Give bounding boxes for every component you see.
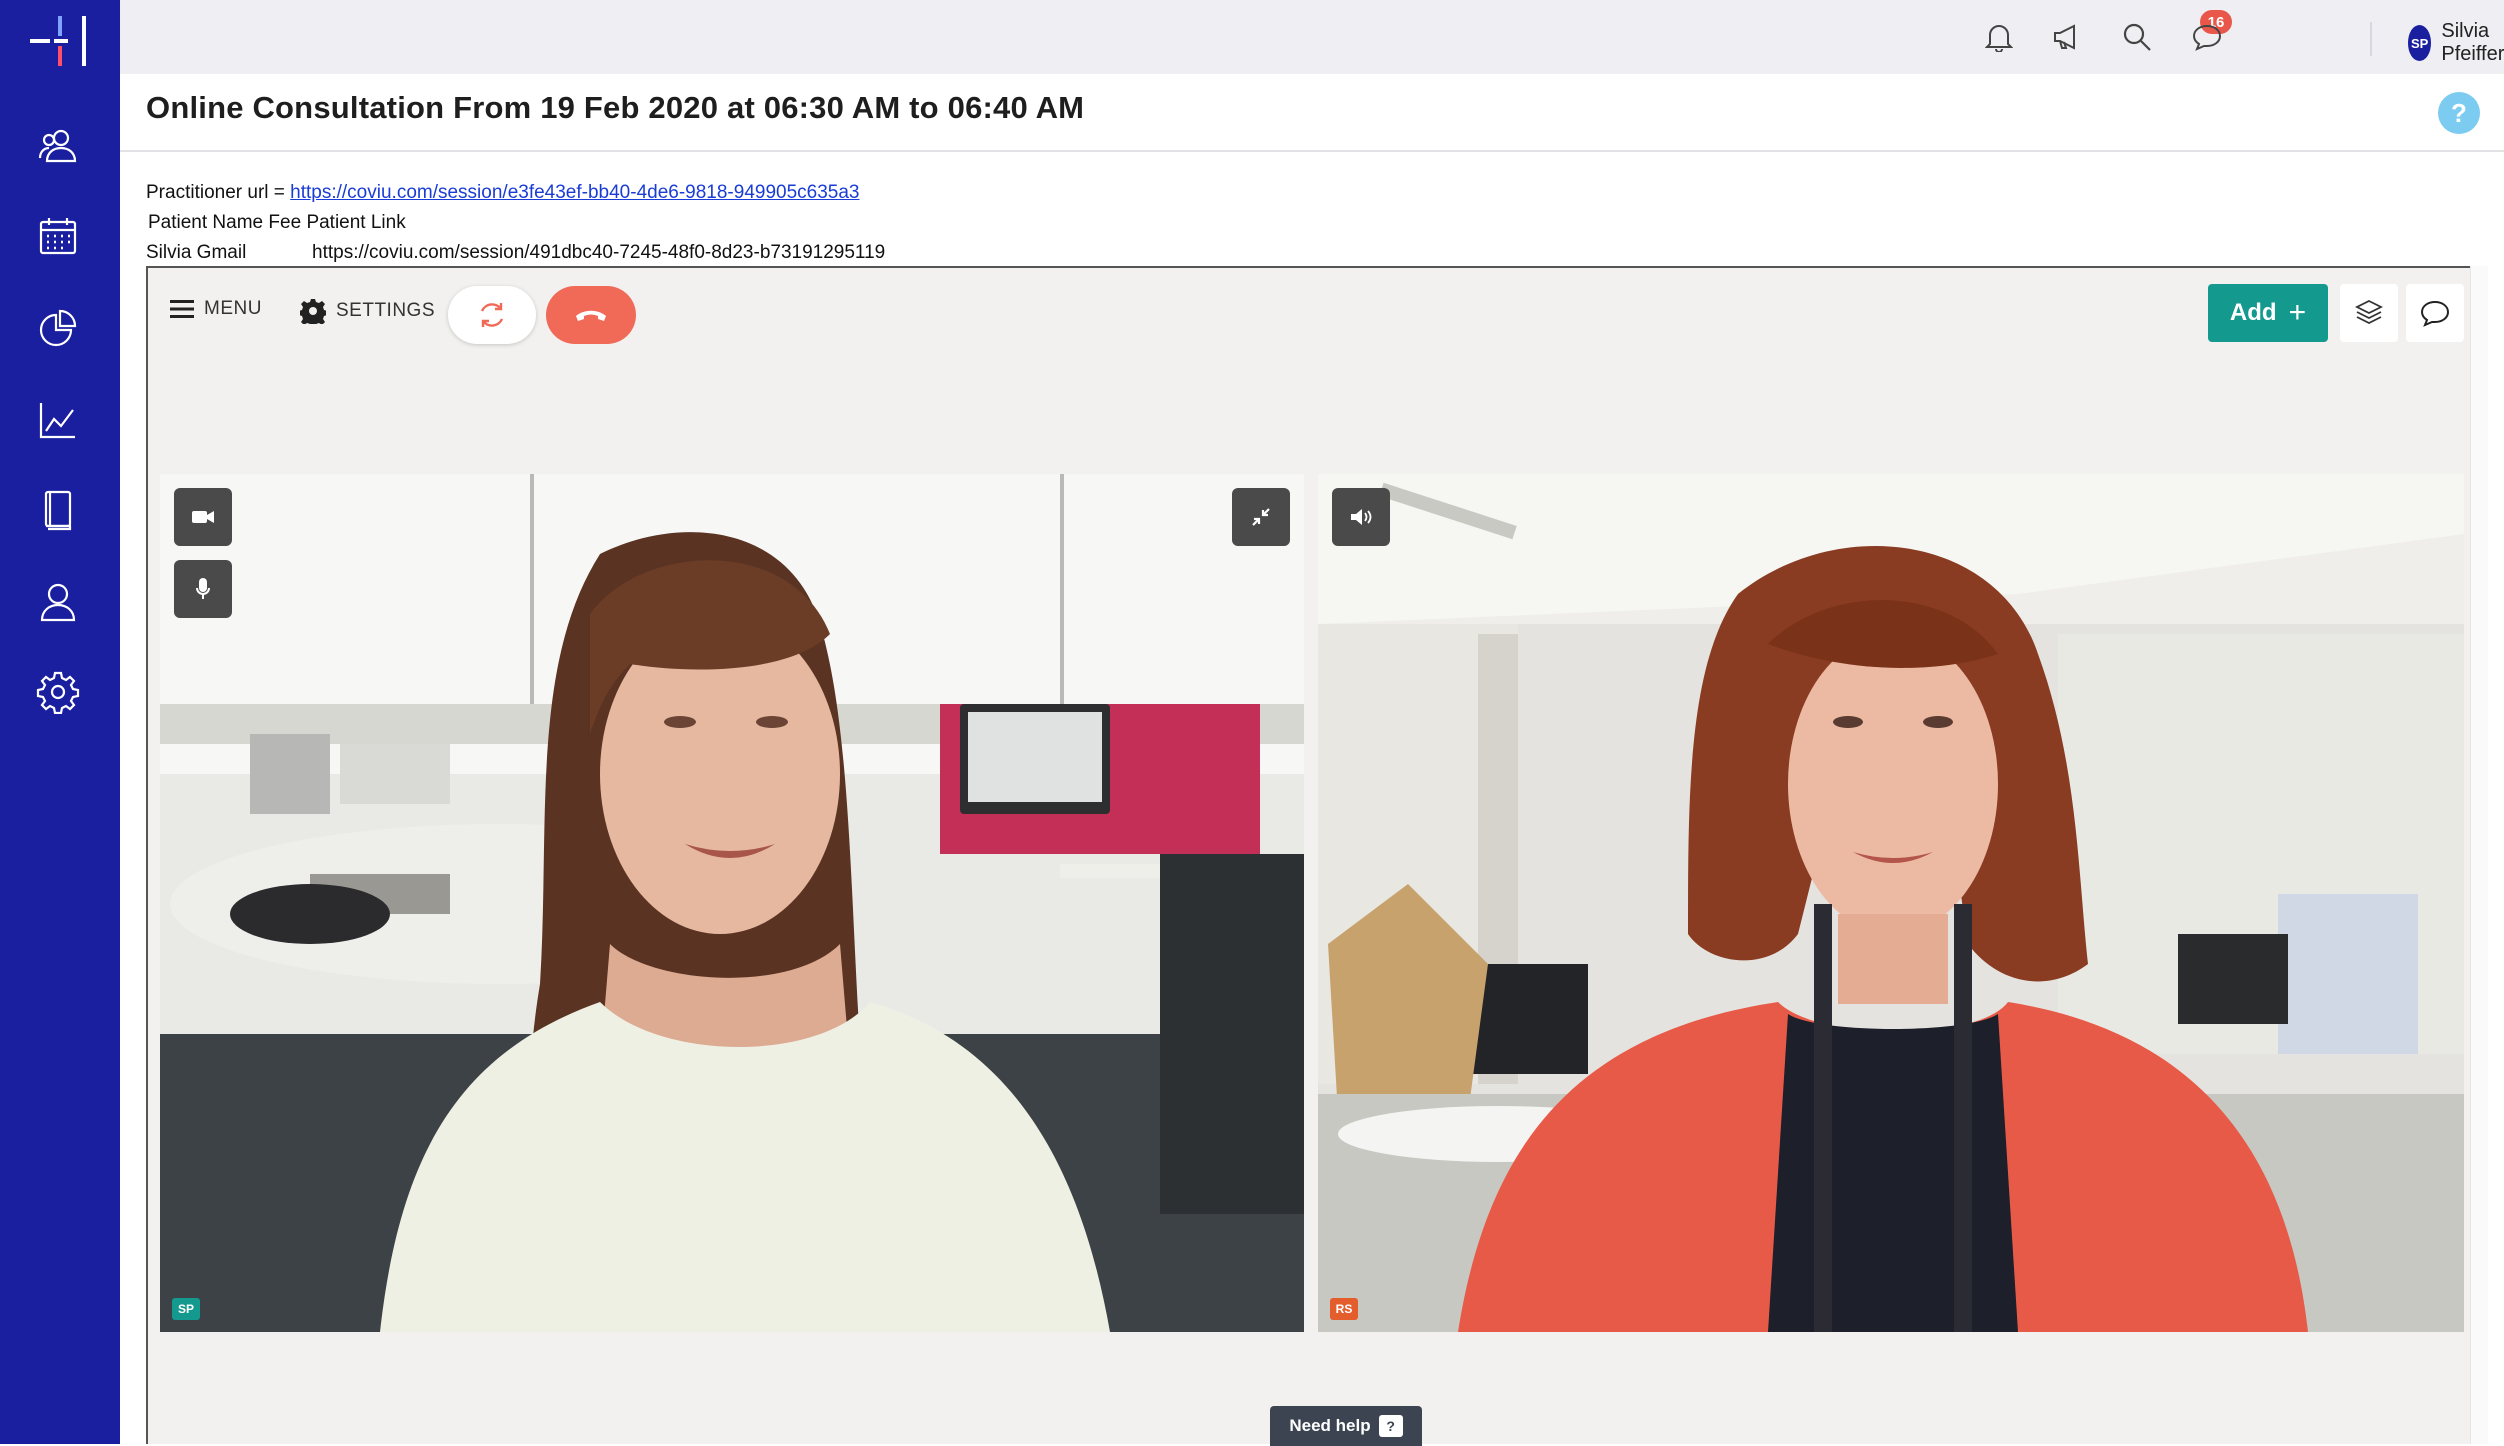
book-icon [44, 490, 72, 531]
remote-video-tile: RS [1318, 474, 2464, 1332]
settings-label: SETTINGS [336, 300, 436, 321]
need-help-label: Need help [1289, 1416, 1371, 1435]
layers-icon [2354, 299, 2384, 325]
user-icon [40, 583, 76, 622]
fee-header: Fee [268, 212, 302, 233]
question-icon: ? [1378, 1415, 1403, 1437]
call-toolbar: MENU SETTINGS Add + [148, 268, 2470, 368]
toggle-speaker-button[interactable] [1332, 488, 1390, 546]
search-button[interactable] [2120, 20, 2154, 54]
sidebar-item-profile[interactable] [30, 574, 86, 630]
layers-button[interactable] [2340, 284, 2398, 342]
toggle-microphone-button[interactable] [174, 560, 232, 618]
plus-icon: + [2288, 296, 2307, 329]
menu-label: MENU [204, 298, 262, 319]
microphone-icon [196, 578, 210, 599]
session-info: Practitioner url = https://coviu.com/ses… [146, 178, 885, 268]
help-button[interactable]: ? [2438, 92, 2480, 134]
table-row: Silvia Gmail https://coviu.com/session/4… [146, 238, 885, 268]
need-help-button[interactable]: Need help ? [1270, 1406, 1422, 1446]
hamburger-icon [170, 300, 194, 318]
chat-bubble-icon [2420, 300, 2450, 327]
sidebar-item-patients[interactable] [30, 118, 86, 174]
sidebar-item-reports[interactable] [30, 300, 86, 356]
practitioner-url-row: Practitioner url = https://coviu.com/ses… [146, 178, 885, 208]
speaker-icon [1351, 509, 1372, 525]
patient-name-cell: Silvia Gmail [146, 242, 247, 263]
user-name: Silvia Pfeiffer [2441, 20, 2504, 65]
sidebar-item-calendar[interactable] [30, 208, 86, 264]
chat-button[interactable] [2406, 284, 2464, 342]
menu-button[interactable]: MENU [170, 298, 262, 320]
calendar-icon [39, 218, 77, 255]
patient-name-header: Patient Name [148, 212, 264, 233]
messages-button[interactable] [2190, 20, 2224, 54]
search-icon [2123, 23, 2151, 51]
video-call-frame: MENU SETTINGS Add + SP RS Need help ? [146, 266, 2470, 1446]
switch-camera-button[interactable] [448, 286, 536, 344]
collapse-icon [1252, 508, 1270, 526]
people-icon [38, 129, 77, 163]
patient-link-cell[interactable]: https://coviu.com/session/491dbc40-7245-… [312, 238, 885, 268]
app-logo[interactable] [24, 10, 96, 70]
bell-icon [1985, 25, 2013, 52]
user-menu[interactable]: SP Silvia Pfeiffer [2408, 20, 2504, 65]
minimize-video-button[interactable] [1232, 488, 1290, 546]
practitioner-url-link[interactable]: https://coviu.com/session/e3fe43ef-bb40-… [290, 182, 859, 203]
add-label: Add [2229, 299, 2277, 326]
sidebar-item-documents[interactable] [30, 482, 86, 538]
avatar: SP [2408, 25, 2432, 61]
phone-hangup-icon [576, 310, 606, 321]
settings-button[interactable]: SETTINGS [300, 298, 435, 324]
line-chart-icon [39, 403, 75, 439]
top-bar: 16 SP Silvia Pfeiffer [120, 0, 2504, 74]
page-title: Online Consultation From 19 Feb 2020 at … [146, 90, 1085, 125]
sidebar [0, 0, 120, 1444]
refresh-icon [480, 303, 504, 327]
megaphone-icon [2054, 24, 2075, 50]
sidebar-item-analytics[interactable] [30, 392, 86, 448]
self-video-tile: SP [160, 474, 1304, 1332]
video-camera-icon [192, 511, 214, 523]
gear-icon [300, 299, 326, 324]
topbar-divider [2370, 22, 2372, 56]
add-button[interactable]: Add + [2208, 284, 2328, 342]
pie-chart-icon [39, 309, 77, 347]
patient-table-header: Patient Name Fee Patient Link [146, 208, 885, 238]
notifications-button[interactable] [1982, 20, 2016, 54]
scrollbar[interactable] [2470, 266, 2488, 1444]
settings-gear-icon [36, 671, 80, 714]
divider [120, 150, 2504, 152]
sidebar-item-settings[interactable] [30, 664, 86, 720]
toggle-camera-button[interactable] [174, 488, 232, 546]
remote-participant-tag: RS [1330, 1298, 1358, 1320]
practitioner-url-label: Practitioner url = [146, 182, 291, 203]
patient-link-header: Patient Link [306, 212, 406, 233]
announcements-button[interactable] [2050, 20, 2084, 54]
self-participant-tag: SP [172, 1298, 200, 1320]
self-video-feed [160, 474, 1304, 1332]
hang-up-button[interactable] [546, 286, 636, 344]
chat-icon [2192, 24, 2222, 51]
remote-video-feed [1318, 474, 2464, 1332]
